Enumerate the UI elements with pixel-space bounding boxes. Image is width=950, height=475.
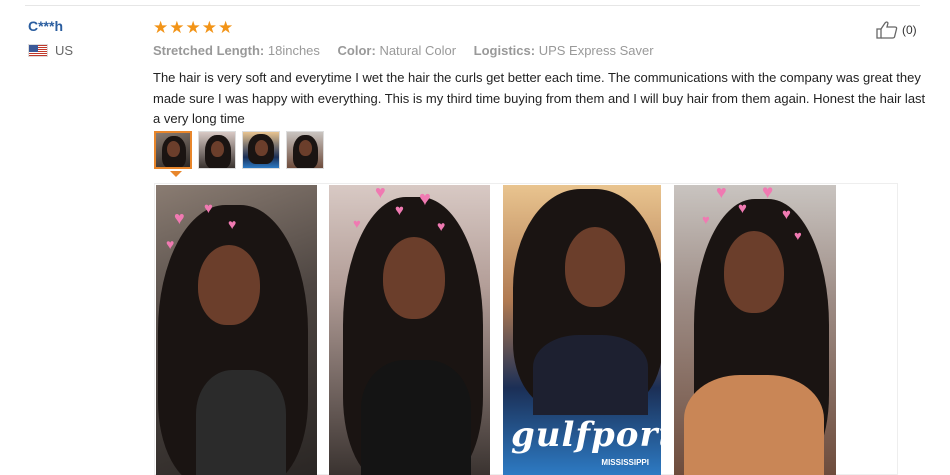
review-photo-1[interactable]: ♥ ♥ ♥ ♥ (156, 185, 317, 475)
thumbs-up-icon (876, 21, 898, 39)
spec-length: Stretched Length: 18inches (153, 43, 320, 58)
photo-gallery: ♥ ♥ ♥ ♥ ♥ ♥ ♥ ♥ ♥ gulfport MISSISSIPPI ♥… (154, 183, 898, 475)
photo-caption: gulfport (511, 415, 661, 455)
us-flag-icon (28, 44, 48, 57)
review-photo-3[interactable]: gulfport MISSISSIPPI (503, 185, 661, 475)
reviewer-info: C***h US (28, 18, 73, 58)
star-icon: ★ (185, 18, 201, 37)
selected-thumbnail-pointer (170, 171, 182, 177)
review-photo-2[interactable]: ♥ ♥ ♥ ♥ ♥ (329, 185, 490, 475)
spec-logistics: Logistics: UPS Express Saver (473, 43, 654, 58)
thumbnail-2[interactable] (198, 131, 236, 169)
thumbnail-4[interactable] (286, 131, 324, 169)
review-photo-4[interactable]: ♥ ♥ ♥ ♥ ♥ ♥ (674, 185, 836, 475)
helpful-count: (0) (902, 23, 917, 37)
photo-thumbnails (154, 131, 324, 169)
star-icon: ★ (201, 18, 217, 37)
spec-color: Color: Natural Color (337, 43, 457, 58)
top-divider (25, 5, 920, 6)
helpful-button[interactable]: (0) (876, 21, 917, 39)
star-icon: ★ (218, 18, 234, 37)
reviewer-name[interactable]: C***h (28, 18, 73, 34)
star-icon: ★ (169, 18, 185, 37)
reviewer-country: US (28, 43, 73, 58)
thumbnail-3[interactable] (242, 131, 280, 169)
order-specs: Stretched Length: 18inches Color: Natura… (153, 43, 668, 58)
country-code: US (55, 43, 74, 58)
review-text: The hair is very soft and everytime I we… (153, 70, 926, 126)
thumbnail-1[interactable] (154, 131, 192, 169)
star-icon: ★ (153, 18, 169, 37)
photo-subcaption: MISSISSIPPI (601, 458, 649, 467)
star-rating: ★ ★ ★ ★ ★ (153, 19, 233, 37)
